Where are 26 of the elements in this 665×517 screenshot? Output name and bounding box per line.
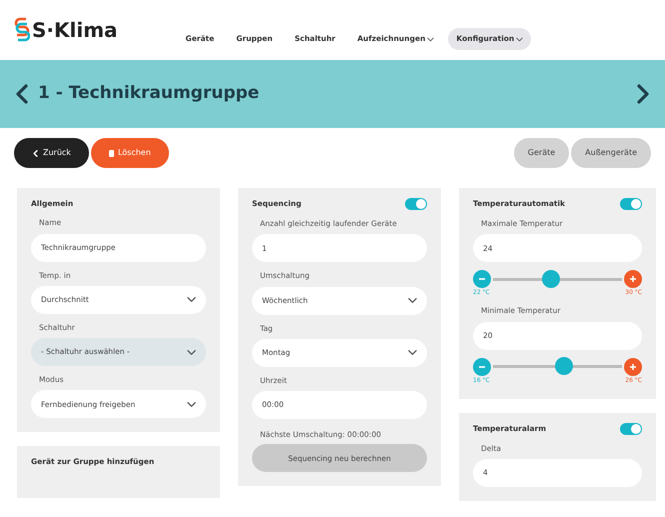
- caret-icon: [408, 348, 417, 358]
- caret-icon: [187, 348, 196, 356]
- slider-thumb[interactable]: [554, 357, 573, 375]
- toggle-switch[interactable]: [620, 198, 642, 210]
- logo-text: S·Klima: [32, 17, 118, 44]
- plus-button[interactable]: [624, 358, 642, 376]
- caret-icon: [187, 295, 196, 304]
- nav-button[interactable]: Außengeräte: [571, 138, 651, 168]
- trash-icon: [108, 150, 114, 156]
- minus-button[interactable]: [473, 358, 491, 376]
- chevron-left-icon: [32, 150, 39, 156]
- caret-icon: [187, 400, 196, 409]
- toggle-switch[interactable]: [620, 422, 642, 434]
- caret-icon: [408, 296, 417, 305]
- caret-icon: [427, 36, 434, 42]
- toggle-switch[interactable]: [405, 198, 427, 210]
- minus-button[interactable]: [473, 270, 491, 288]
- caret-icon: [516, 36, 524, 42]
- page-title: 1 - Technikraumgruppe: [38, 82, 260, 106]
- back-button[interactable]: Zurück: [14, 138, 89, 168]
- slider-thumb[interactable]: [542, 270, 560, 288]
- plus-button[interactable]: [624, 270, 642, 288]
- plus-icon: [629, 362, 637, 370]
- nav-button[interactable]: Geräte: [514, 138, 570, 168]
- plus-icon: [629, 275, 637, 284]
- logo-icon: [14, 17, 30, 43]
